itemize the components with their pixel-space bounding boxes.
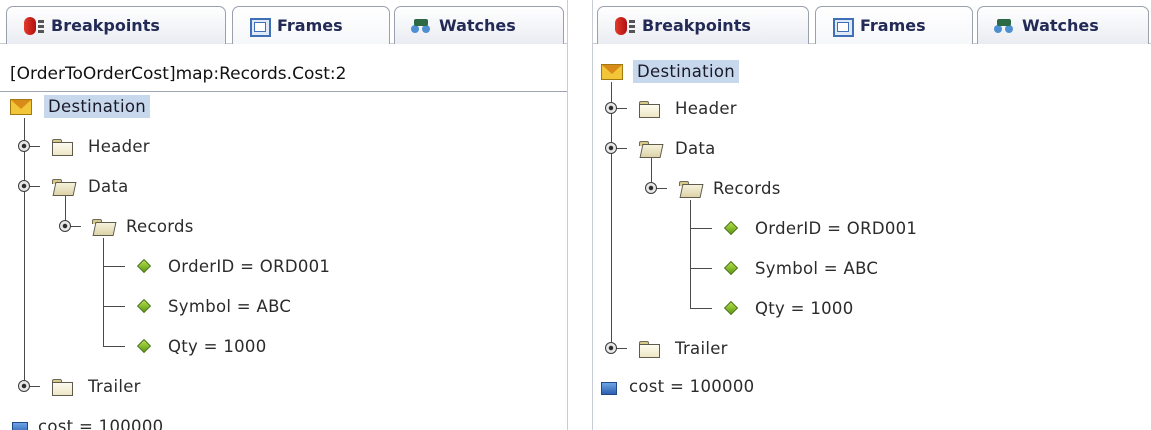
folder-icon (639, 101, 660, 118)
expand-toggle-icon[interactable] (645, 182, 657, 194)
node-label: OrderID = ORD001 (168, 256, 331, 276)
node-label: Qty = 1000 (168, 336, 267, 356)
tree-connector (103, 346, 125, 347)
field-diamond-icon (136, 338, 152, 354)
expand-toggle-icon[interactable] (605, 102, 617, 114)
tree-node-field[interactable]: OrderID = ORD001 (136, 251, 330, 281)
tree-connector (690, 308, 712, 309)
tree-connector (103, 266, 125, 267)
tree-node-header[interactable]: Header (52, 131, 150, 161)
variable-icon (12, 422, 28, 430)
node-label: Qty = 1000 (755, 298, 854, 318)
tree-node-field[interactable]: OrderID = ORD001 (723, 213, 917, 243)
envelope-icon (10, 99, 32, 115)
tree-node-variable[interactable]: cost = 100000 (0, 411, 163, 430)
tree-node-destination[interactable]: Destination (0, 91, 150, 121)
tree-connector (690, 268, 712, 269)
expand-toggle-icon[interactable] (18, 140, 30, 152)
tree-node-data[interactable]: Data (52, 171, 129, 201)
node-label: Header (675, 98, 737, 118)
expand-toggle-icon[interactable] (605, 342, 617, 354)
field-diamond-icon (723, 300, 739, 316)
folder-icon (639, 341, 660, 358)
node-label: cost = 100000 (38, 416, 164, 430)
folder-icon (52, 139, 73, 156)
gutter (569, 0, 592, 430)
node-label: Trailer (88, 376, 141, 396)
field-diamond-icon (136, 298, 152, 314)
node-label: Symbol = ABC (755, 258, 879, 278)
folder-open-icon (679, 181, 699, 196)
envelope-icon (601, 64, 623, 80)
tree-connector (24, 118, 25, 386)
xml-tree: Destination Header Data Records OrderID … (593, 0, 1151, 430)
expand-toggle-icon[interactable] (18, 180, 30, 192)
node-label: OrderID = ORD001 (755, 218, 918, 238)
tree-connector (690, 200, 691, 308)
tree-connector (103, 306, 125, 307)
folder-icon (52, 379, 73, 396)
node-label: Destination (633, 59, 739, 83)
tree-node-destination[interactable]: Destination (593, 56, 739, 86)
field-diamond-icon (136, 258, 152, 274)
tree-node-data[interactable]: Data (639, 133, 716, 163)
tree-connector (690, 228, 712, 229)
tree-node-variable[interactable]: cost = 100000 (593, 371, 754, 401)
tree-node-field[interactable]: Qty = 1000 (723, 293, 854, 323)
tree-node-field[interactable]: Symbol = ABC (723, 253, 878, 283)
folder-open-icon (52, 179, 72, 194)
node-label: Destination (44, 94, 150, 118)
tree-node-header[interactable]: Header (639, 93, 737, 123)
field-diamond-icon (723, 260, 739, 276)
expand-toggle-icon[interactable] (18, 380, 30, 392)
variable-icon (601, 382, 617, 395)
tree-node-field[interactable]: Qty = 1000 (136, 331, 267, 361)
tree-connector (611, 82, 612, 348)
node-label: Trailer (675, 338, 728, 358)
node-label: Data (88, 176, 129, 196)
node-label: Records (713, 178, 781, 198)
tree-node-field[interactable]: Symbol = ABC (136, 291, 291, 321)
tree-connector (103, 238, 104, 346)
node-label: Data (675, 138, 716, 158)
tree-node-trailer[interactable]: Trailer (639, 333, 728, 363)
tree-node-records[interactable]: Records (679, 173, 781, 203)
tree-node-trailer[interactable]: Trailer (52, 371, 141, 401)
tree-node-records[interactable]: Records (92, 211, 194, 241)
expand-toggle-icon[interactable] (605, 142, 617, 154)
node-label: Records (126, 216, 194, 236)
node-label: cost = 100000 (629, 376, 755, 396)
node-label: Header (88, 136, 150, 156)
xml-tree: Destination Header Data Records OrderID … (0, 0, 567, 430)
field-diamond-icon (723, 220, 739, 236)
folder-open-icon (639, 141, 659, 156)
node-label: Symbol = ABC (168, 296, 292, 316)
debugger-panel-right: Breakpoints Frames Watches Destination H… (592, 0, 1151, 430)
folder-open-icon (92, 219, 112, 234)
expand-toggle-icon[interactable] (59, 220, 71, 232)
debugger-panel-left: Breakpoints Frames Watches [OrderToOrder… (0, 0, 568, 430)
